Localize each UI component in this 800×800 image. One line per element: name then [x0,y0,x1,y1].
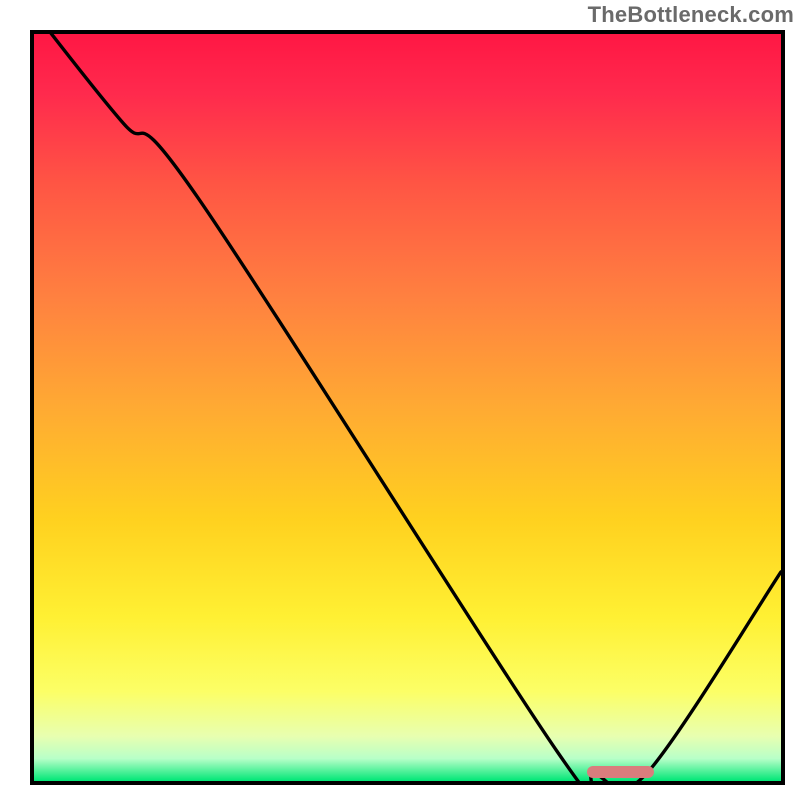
chart-plot-area [30,30,785,785]
optimal-marker [587,766,654,778]
watermark-text: TheBottleneck.com [588,2,794,28]
bottleneck-curve [34,34,781,781]
